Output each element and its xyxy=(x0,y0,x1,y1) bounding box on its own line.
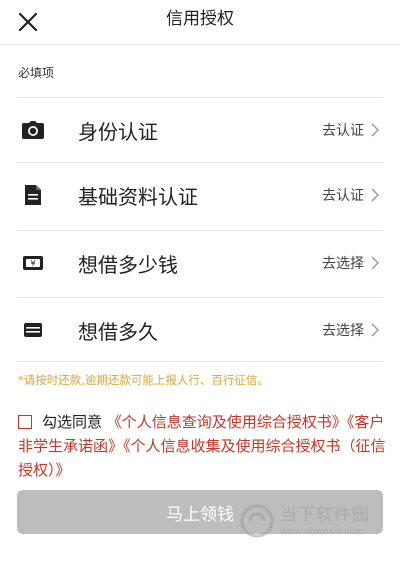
required-section-label: 必填项 xyxy=(18,66,55,80)
row-action: 去认证 xyxy=(322,188,364,204)
row-label: 基础资料认证 xyxy=(78,184,198,209)
watermark: 当下软件园 www.downxia.com xyxy=(240,500,390,550)
row-action: 去认证 xyxy=(322,123,364,139)
row-identity-verification[interactable]: 身份认证 去认证 xyxy=(17,97,383,162)
repayment-notice: *请按时还款,逾期还款可能上报人行、百行征信。 xyxy=(18,373,269,387)
row-label: 身份认证 xyxy=(78,119,158,144)
watermark-logo-icon xyxy=(240,504,274,538)
page-title: 信用授权 xyxy=(166,9,234,29)
link-info-query-authorization[interactable]: 《个人信息查询及使用综合授权书》 xyxy=(107,413,347,431)
row-basic-info-verification[interactable]: 基础资料认证 去认证 xyxy=(17,162,383,227)
chevron-right-icon xyxy=(371,323,379,337)
watermark-name: 当下软件园 xyxy=(280,505,370,525)
chevron-right-icon xyxy=(371,188,379,202)
top-navigation-bar: 信用授权 xyxy=(0,0,400,45)
divider xyxy=(17,361,383,362)
camera-icon xyxy=(22,119,44,141)
row-loan-duration[interactable]: 想借多久 去选择 xyxy=(17,297,383,362)
watermark-url: www.downxia.com xyxy=(280,527,364,537)
row-action: 去选择 xyxy=(322,256,364,272)
svg-text:¥: ¥ xyxy=(30,259,35,268)
agreement-block: 勾选同意 《个人信息查询及使用综合授权书》《客户非学生承诺函》《个人信息收集及使… xyxy=(18,410,386,482)
agreement-prefix: 勾选同意 xyxy=(42,413,103,431)
chevron-right-icon xyxy=(371,123,379,137)
chevron-right-icon xyxy=(371,256,379,270)
yuan-banknote-icon: ¥ xyxy=(22,252,44,274)
row-label: 想借多少钱 xyxy=(78,252,178,277)
document-icon xyxy=(22,184,44,206)
row-action: 去选择 xyxy=(322,323,364,339)
row-label: 想借多久 xyxy=(78,319,158,344)
calendar-card-icon xyxy=(22,319,44,341)
agree-checkbox[interactable] xyxy=(18,415,32,429)
row-loan-amount[interactable]: ¥ 想借多少钱 去选择 xyxy=(17,230,383,295)
